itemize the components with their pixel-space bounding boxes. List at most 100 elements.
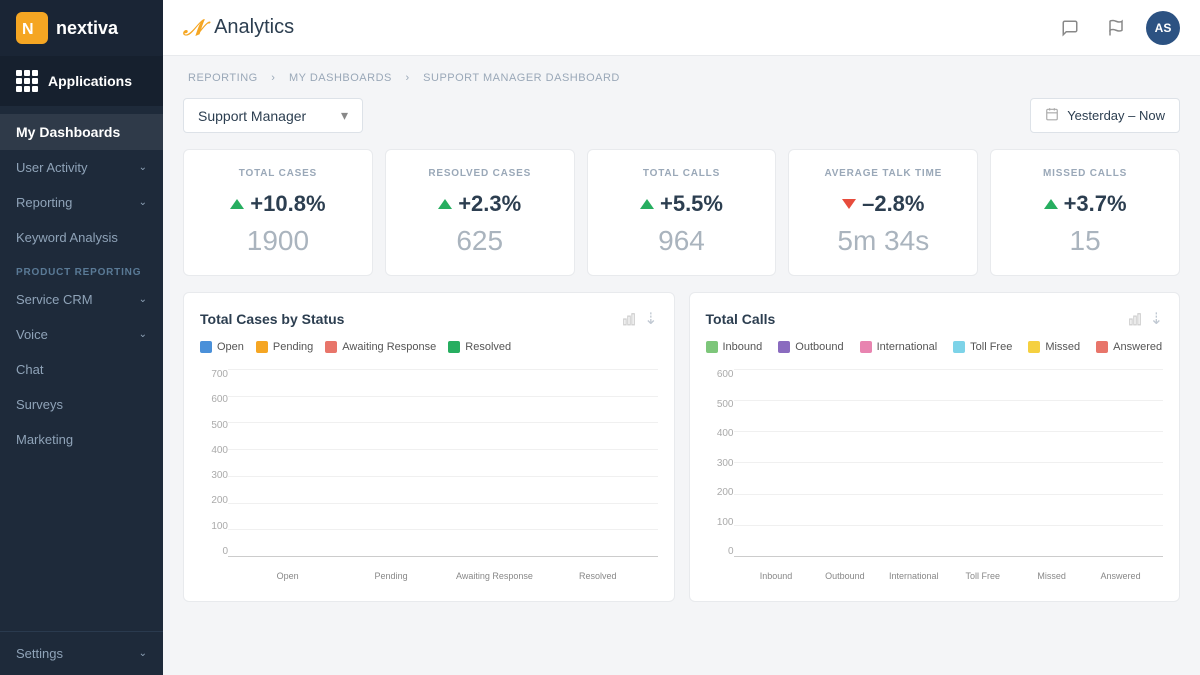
- download-icon[interactable]: ⇣: [1150, 309, 1163, 329]
- legend-color: [706, 341, 718, 353]
- user-avatar[interactable]: AS: [1146, 11, 1180, 45]
- sidebar-item-surveys[interactable]: Surveys: [0, 387, 163, 422]
- date-range-picker[interactable]: Yesterday – Now: [1030, 98, 1180, 133]
- chart-baseline: [734, 556, 1164, 557]
- y-axis-label: 600: [200, 394, 228, 405]
- chevron-down-icon: ⌄: [139, 197, 147, 208]
- legend-color: [860, 341, 872, 353]
- x-axis-label: Toll Free: [948, 571, 1017, 581]
- sidebar-settings[interactable]: Settings ⌄: [0, 631, 163, 675]
- sidebar-item-reporting[interactable]: Reporting ⌄: [0, 185, 163, 220]
- arrow-up-icon: [438, 199, 452, 209]
- sidebar-item-my-dashboards[interactable]: My Dashboards: [0, 114, 163, 150]
- flag-button[interactable]: [1100, 12, 1132, 44]
- sidebar: N nextiva Applications My Dashboards Use…: [0, 0, 163, 675]
- cases-legend: OpenPendingAwaiting ResponseResolved: [200, 341, 658, 353]
- legend-label: Missed: [1045, 341, 1080, 353]
- bar-chart-icon: [622, 312, 636, 326]
- kpi-row: TOTAL CASES +10.8% 1900 RESOLVED CASES +…: [183, 149, 1180, 276]
- legend-item: Outbound: [778, 341, 843, 353]
- kpi-value: 964: [604, 225, 760, 257]
- bar-chart-icon: [1128, 312, 1142, 326]
- y-axis: 6005004003002001000: [706, 365, 734, 585]
- kpi-card-resolved-cases: RESOLVED CASES +2.3% 625: [385, 149, 575, 276]
- y-axis-label: 0: [200, 546, 228, 557]
- bars-area: [228, 369, 658, 557]
- sidebar-item-keyword-analysis[interactable]: Keyword Analysis: [0, 220, 163, 255]
- analytics-icon: 𝒩: [183, 15, 204, 41]
- kpi-label: AVERAGE TALK TIME: [805, 168, 961, 179]
- kpi-card-missed-calls: MISSED CALLS +3.7% 15: [990, 149, 1180, 276]
- sidebar-item-marketing[interactable]: Marketing: [0, 422, 163, 457]
- sidebar-item-voice[interactable]: Voice ⌄: [0, 317, 163, 352]
- breadcrumb-current: SUPPORT MANAGER DASHBOARD: [423, 72, 620, 84]
- legend-item: Missed: [1028, 341, 1080, 353]
- kpi-change: –2.8%: [805, 191, 961, 217]
- legend-label: Outbound: [795, 341, 843, 353]
- kpi-change-value: +2.3%: [458, 191, 521, 217]
- kpi-label: MISSED CALLS: [1007, 168, 1163, 179]
- kpi-change: +2.3%: [402, 191, 558, 217]
- nextiva-logo: N: [16, 12, 48, 44]
- legend-color: [953, 341, 965, 353]
- chevron-down-icon: ⌄: [139, 329, 147, 340]
- kpi-label: RESOLVED CASES: [402, 168, 558, 179]
- sidebar-item-service-crm[interactable]: Service CRM ⌄: [0, 282, 163, 317]
- y-axis-label: 500: [706, 399, 734, 410]
- x-axis-label: International: [879, 571, 948, 581]
- svg-text:N: N: [22, 21, 34, 38]
- legend-color: [325, 341, 337, 353]
- arrow-up-icon: [230, 199, 244, 209]
- legend-color: [1096, 341, 1108, 353]
- kpi-label: TOTAL CASES: [200, 168, 356, 179]
- sidebar-item-chat[interactable]: Chat: [0, 352, 163, 387]
- legend-label: Toll Free: [970, 341, 1012, 353]
- chevron-down-icon: ⌄: [139, 648, 147, 659]
- kpi-card-total-calls: TOTAL CALLS +5.5% 964: [587, 149, 777, 276]
- kpi-value: 15: [1007, 225, 1163, 257]
- legend-color: [256, 341, 268, 353]
- y-axis-label: 300: [706, 458, 734, 469]
- legend-item: Toll Free: [953, 341, 1012, 353]
- kpi-change-value: +5.5%: [660, 191, 723, 217]
- legend-label: Pending: [273, 341, 313, 353]
- x-axis-label: Open: [236, 571, 339, 581]
- applications-menu[interactable]: Applications: [0, 56, 163, 106]
- kpi-label: TOTAL CALLS: [604, 168, 760, 179]
- chart-inner: OpenPendingAwaiting ResponseResolved: [228, 365, 658, 585]
- breadcrumb-reporting: REPORTING: [188, 72, 258, 84]
- x-axis-label: Pending: [339, 571, 442, 581]
- chart-cases-title: Total Cases by Status: [200, 311, 344, 327]
- page-content: REPORTING › MY DASHBOARDS › SUPPORT MANA…: [163, 56, 1200, 675]
- legend-color: [1028, 341, 1040, 353]
- legend-color: [448, 341, 460, 353]
- kpi-value: 5m 34s: [805, 225, 961, 257]
- page-title: Analytics: [214, 16, 294, 39]
- x-axis-label: Answered: [1086, 571, 1155, 581]
- arrow-down-icon: [842, 199, 856, 209]
- dashboard-selector[interactable]: Support Manager ▾: [183, 98, 363, 133]
- chevron-down-icon: ⌄: [139, 162, 147, 173]
- kpi-change-value: +10.8%: [250, 191, 325, 217]
- legend-item: International: [860, 341, 938, 353]
- logo-area: N nextiva: [0, 0, 163, 56]
- legend-label: Inbound: [723, 341, 763, 353]
- calendar-icon: [1045, 107, 1059, 124]
- chart-inner: InboundOutboundInternationalToll FreeMis…: [734, 365, 1164, 585]
- legend-color: [778, 341, 790, 353]
- legend-item: Inbound: [706, 341, 763, 353]
- x-axis-label: Resolved: [546, 571, 649, 581]
- grid-icon: [16, 70, 38, 92]
- page-title-area: 𝒩 Analytics: [183, 15, 294, 41]
- breadcrumb-my-dashboards: MY DASHBOARDS: [289, 72, 392, 84]
- download-icon[interactable]: ⇣: [644, 309, 657, 329]
- chart-baseline: [228, 556, 658, 557]
- legend-item: Awaiting Response: [325, 341, 436, 353]
- product-reporting-section: PRODUCT REPORTING: [0, 255, 163, 282]
- chat-button[interactable]: [1054, 12, 1086, 44]
- breadcrumb: REPORTING › MY DASHBOARDS › SUPPORT MANA…: [183, 72, 1180, 84]
- legend-label: Resolved: [465, 341, 511, 353]
- kpi-card-average-talk-time: AVERAGE TALK TIME –2.8% 5m 34s: [788, 149, 978, 276]
- legend-color: [200, 341, 212, 353]
- sidebar-item-user-activity[interactable]: User Activity ⌄: [0, 150, 163, 185]
